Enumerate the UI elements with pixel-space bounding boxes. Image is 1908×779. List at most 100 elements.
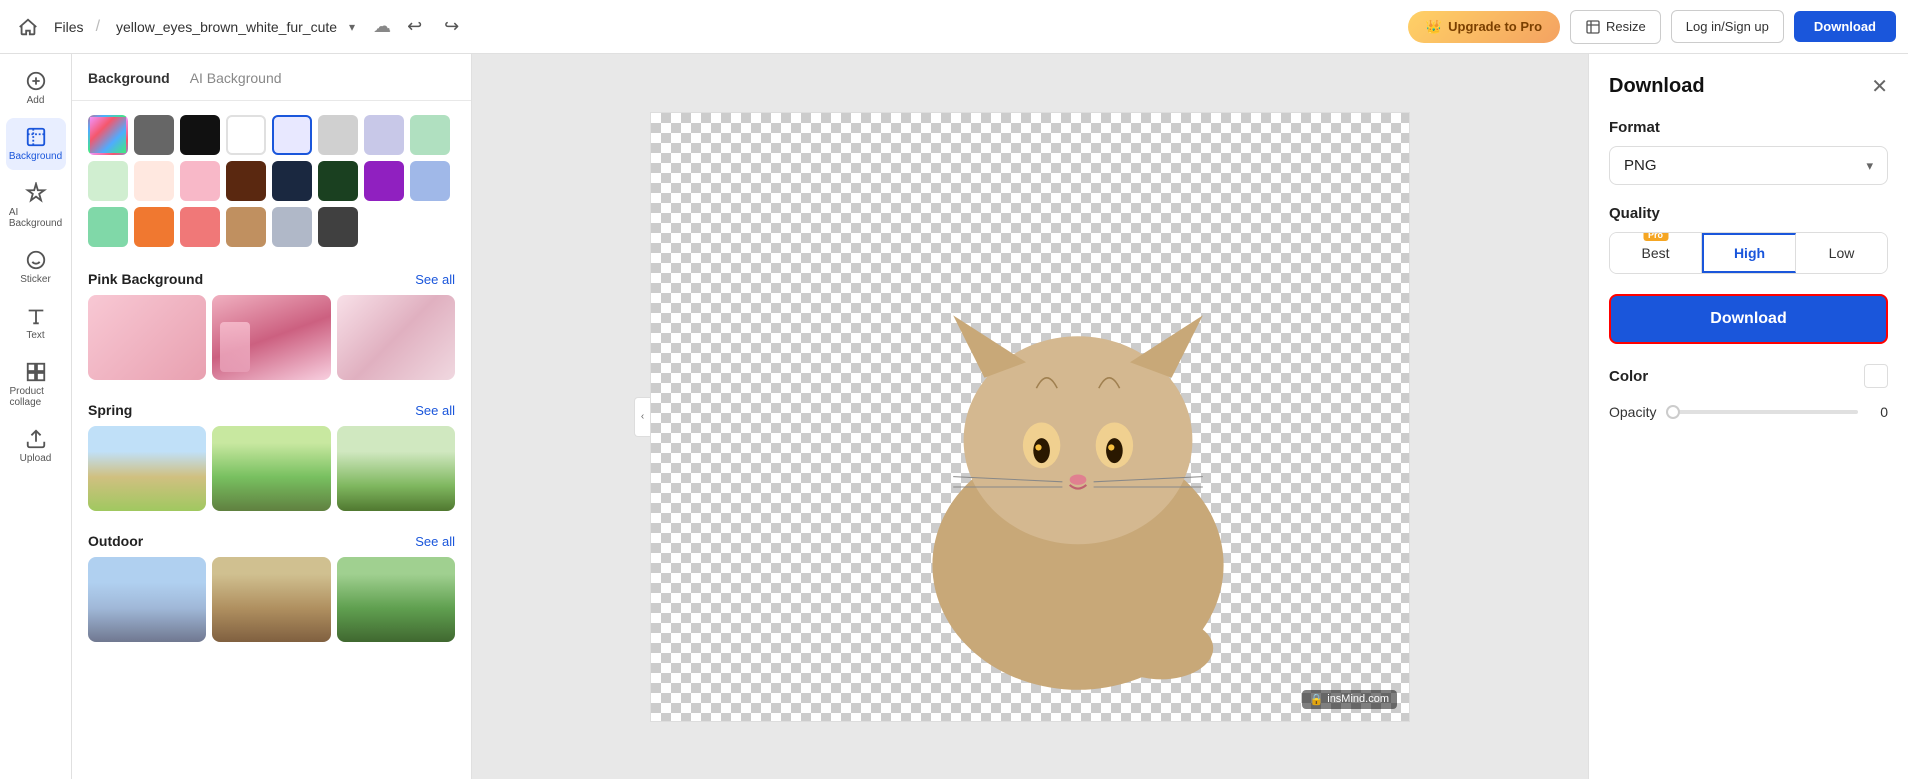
outdoor-see-all[interactable]: See all — [415, 534, 455, 549]
color-swatch-light-green[interactable] — [88, 161, 128, 201]
watermark: 🔒 insMind.com — [1302, 690, 1397, 709]
canvas-area: 🔒 insMind.com ‹ — [472, 54, 1588, 779]
spring-see-all[interactable]: See all — [415, 403, 455, 418]
pink-image-row — [72, 295, 471, 392]
sidebar-item-product-collage[interactable]: Product collage — [6, 353, 66, 416]
close-download-panel-button[interactable]: ✕ — [1871, 74, 1888, 99]
color-swatch-mint[interactable] — [410, 115, 450, 155]
format-label: Format — [1609, 119, 1888, 136]
quality-best-button[interactable]: Pro Best — [1610, 233, 1702, 273]
opacity-slider[interactable] — [1666, 410, 1858, 414]
sidebar-item-upload[interactable]: Upload — [6, 420, 66, 472]
spring-thumb-1[interactable] — [88, 426, 206, 511]
tab-background[interactable]: Background — [88, 70, 170, 88]
color-swatch-salmon[interactable] — [180, 207, 220, 247]
plus-icon — [25, 70, 47, 92]
outdoor-section-title: Outdoor — [88, 533, 143, 549]
color-swatch-blue-gray[interactable] — [272, 207, 312, 247]
quality-high-button[interactable]: High — [1702, 233, 1796, 273]
watermark-icon: 🔒 — [1310, 693, 1324, 706]
main-content: Add Background AI Background Sticker Tex… — [0, 54, 1908, 779]
color-swatch-peach[interactable] — [134, 161, 174, 201]
color-swatch-black[interactable] — [180, 115, 220, 155]
color-swatch-light-blue-selected[interactable] — [272, 115, 312, 155]
redo-button[interactable]: ↪ — [438, 12, 465, 41]
cloud-icon[interactable]: ☁ — [373, 16, 391, 37]
download-action-button[interactable]: Download — [1609, 294, 1888, 344]
pink-thumb-3[interactable] — [337, 295, 455, 380]
opacity-thumb[interactable] — [1666, 405, 1680, 419]
color-preview-swatch[interactable] — [1864, 364, 1888, 388]
outdoor-thumb-2[interactable] — [212, 557, 330, 642]
color-swatch-white[interactable] — [226, 115, 266, 155]
spring-section-header: Spring See all — [72, 392, 471, 426]
resize-button[interactable]: Resize — [1570, 10, 1661, 44]
color-swatch-navy[interactable] — [272, 161, 312, 201]
color-swatch-purple[interactable] — [364, 161, 404, 201]
sidebar-item-sticker[interactable]: Sticker — [6, 241, 66, 293]
opacity-value: 0 — [1868, 404, 1888, 420]
opacity-label: Opacity — [1609, 404, 1656, 420]
sidebar-item-background[interactable]: Background — [6, 118, 66, 170]
download-topbar-button[interactable]: Download — [1794, 11, 1896, 42]
sidebar-item-upload-label: Upload — [20, 453, 52, 464]
color-swatch-dark-gray[interactable] — [318, 207, 358, 247]
panel-tabs: Background AI Background — [72, 54, 471, 101]
background-panel: Background AI Background — [72, 54, 472, 779]
outdoor-thumb-3[interactable] — [337, 557, 455, 642]
canvas[interactable]: 🔒 insMind.com — [650, 112, 1410, 722]
color-swatch-light-gray[interactable] — [318, 115, 358, 155]
tab-ai-background[interactable]: AI Background — [190, 70, 282, 88]
download-panel: Download ✕ Format PNG ▾ Quality Pro Best… — [1588, 54, 1908, 779]
sidebar-item-ai-label: AI Background — [9, 207, 62, 229]
sidebar-item-ai-background[interactable]: AI Background — [6, 174, 66, 237]
outdoor-thumb-1[interactable] — [88, 557, 206, 642]
sidebar-item-add-label: Add — [27, 95, 45, 106]
color-swatch-dark-green[interactable] — [318, 161, 358, 201]
files-label[interactable]: Files — [54, 19, 84, 35]
sidebar-item-product-collage-label: Product collage — [10, 386, 62, 408]
download-panel-title: Download — [1609, 75, 1705, 98]
spring-section-title: Spring — [88, 402, 132, 418]
pro-badge: Pro — [1643, 232, 1668, 241]
color-swatch-orange[interactable] — [134, 207, 174, 247]
spring-thumb-3[interactable] — [337, 426, 455, 511]
spring-image-row — [72, 426, 471, 523]
upgrade-button[interactable]: 👑 Upgrade to Pro — [1408, 11, 1560, 43]
login-button[interactable]: Log in/Sign up — [1671, 10, 1784, 43]
cat-image — [838, 201, 1318, 721]
sidebar-item-background-label: Background — [9, 151, 62, 162]
ai-icon — [25, 182, 47, 204]
color-swatch-gray[interactable] — [134, 115, 174, 155]
gradient-swatch[interactable] — [88, 115, 128, 155]
quality-label: Quality — [1609, 205, 1888, 222]
pink-see-all[interactable]: See all — [415, 272, 455, 287]
color-swatch-sky-blue[interactable] — [410, 161, 450, 201]
sidebar-item-text[interactable]: Text — [6, 297, 66, 349]
quality-low-button[interactable]: Low — [1796, 233, 1887, 273]
sidebar-item-add[interactable]: Add — [6, 62, 66, 114]
pink-thumb-1[interactable] — [88, 295, 206, 380]
undo-button[interactable]: ↩ — [401, 12, 428, 41]
color-swatch-lavender[interactable] — [364, 115, 404, 155]
spring-thumb-2[interactable] — [212, 426, 330, 511]
filename-dropdown-icon[interactable]: ▾ — [349, 20, 355, 34]
color-swatch-brown[interactable] — [226, 161, 266, 201]
filename-label[interactable]: yellow_eyes_brown_white_fur_cute — [116, 19, 337, 35]
canvas-wrapper: 🔒 insMind.com ‹ — [650, 112, 1410, 722]
collapse-panel-button[interactable]: ‹ — [634, 397, 650, 437]
crown-icon: 👑 — [1426, 19, 1442, 35]
color-swatch-pink[interactable] — [180, 161, 220, 201]
quality-section: Quality Pro Best High Low — [1609, 205, 1888, 274]
format-select[interactable]: PNG ▾ — [1609, 146, 1888, 185]
collage-icon — [25, 361, 47, 383]
home-icon[interactable] — [12, 11, 44, 43]
color-swatch-green[interactable] — [88, 207, 128, 247]
outdoor-image-row — [72, 557, 471, 654]
pink-thumb-2[interactable] — [212, 295, 330, 380]
color-swatch-tan[interactable] — [226, 207, 266, 247]
format-value: PNG — [1624, 157, 1657, 174]
quality-options: Pro Best High Low — [1609, 232, 1888, 274]
color-section: Color — [1609, 364, 1888, 388]
background-icon — [25, 126, 47, 148]
